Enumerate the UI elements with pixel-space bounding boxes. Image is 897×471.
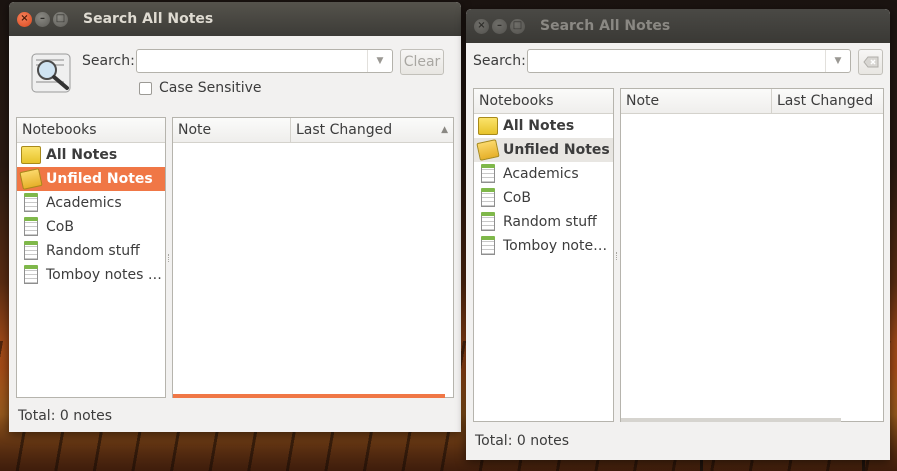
notes-pane: Note Last Changed ▲ [172, 117, 454, 398]
last-changed-column-header[interactable]: Last Changed [771, 89, 883, 113]
notebook-item[interactable]: All Notes [17, 143, 165, 167]
notebook-item-label: Unfiled Notes [503, 142, 610, 158]
maximize-button[interactable]: □ [53, 11, 68, 27]
last-changed-column-header[interactable]: Last Changed ▲ [290, 118, 453, 142]
notebooks-header[interactable]: Notebooks [474, 89, 613, 114]
note-column-header[interactable]: Note [173, 118, 290, 142]
notebook-item[interactable]: Academics [474, 162, 613, 186]
notebooks-column-header[interactable]: Notebooks [474, 89, 613, 113]
progress-bar [173, 394, 445, 398]
search-window-right: × – □ Search All Notes Search: ▼ Noteboo… [466, 9, 890, 460]
notebook-item[interactable]: Tomboy note… [474, 234, 613, 258]
close-button[interactable]: × [474, 18, 489, 34]
close-button[interactable]: × [17, 11, 32, 27]
notebook-item[interactable]: Unfiled Notes [474, 138, 613, 162]
notebook-icon [24, 241, 38, 260]
clear-button[interactable]: Clear [400, 49, 444, 75]
sort-ascending-icon: ▲ [441, 125, 448, 135]
open-folder-icon [19, 168, 43, 190]
notebooks-header[interactable]: Notebooks [17, 118, 165, 143]
notes-header: Note Last Changed ▲ [173, 118, 453, 143]
search-notes-icon [30, 51, 74, 95]
notebook-item-label: Tomboy note… [503, 238, 608, 254]
note-column-header[interactable]: Note [621, 89, 771, 113]
notebook-list: All Notes Unfiled Notes Academics CoB Random… [474, 114, 613, 258]
notebook-item[interactable]: All Notes [474, 114, 613, 138]
search-label: Search: [82, 53, 135, 69]
notebook-item[interactable]: Tomboy notes … [17, 263, 165, 287]
notebooks-column-header[interactable]: Notebooks [17, 118, 165, 142]
search-input[interactable] [532, 51, 821, 73]
note-column-label: Note [178, 122, 212, 138]
horizontal-scrollbar[interactable] [621, 418, 841, 422]
case-sensitive-checkbox[interactable] [139, 82, 152, 95]
notebook-item[interactable]: Unfiled Notes [17, 167, 165, 191]
folder-icon [21, 146, 41, 164]
notebook-icon [481, 188, 495, 207]
notebook-item-label: Tomboy notes … [46, 267, 162, 283]
search-input[interactable] [141, 51, 365, 73]
titlebar[interactable]: × – □ Search All Notes [466, 9, 890, 43]
dropdown-arrow-icon[interactable]: ▼ [367, 50, 392, 72]
notebook-item[interactable]: Academics [17, 191, 165, 215]
progress-fill [173, 394, 445, 398]
open-folder-icon [476, 139, 500, 161]
clear-icon [862, 56, 878, 68]
notebook-icon [24, 265, 38, 284]
status-text: Total: 0 notes [18, 408, 113, 424]
notebook-item[interactable]: Random stuff [474, 210, 613, 234]
case-sensitive-label[interactable]: Case Sensitive [159, 80, 262, 96]
search-window-left: × – □ Search All Notes Search: ▼ Clear C… [9, 2, 461, 432]
search-combobox[interactable]: ▼ [527, 49, 851, 73]
notes-pane: Note Last Changed [620, 88, 884, 422]
minimize-button[interactable]: – [492, 18, 507, 34]
notebook-icon [24, 217, 38, 236]
maximize-button[interactable]: □ [510, 18, 525, 34]
window-title: Search All Notes [540, 18, 671, 34]
status-text: Total: 0 notes [475, 433, 570, 449]
notebook-item-label: Academics [503, 166, 579, 182]
notebook-item[interactable]: CoB [474, 186, 613, 210]
notebook-item-label: Academics [46, 195, 122, 211]
folder-icon [478, 117, 498, 135]
minimize-button[interactable]: – [35, 11, 50, 27]
notebooks-pane: Notebooks All Notes Unfiled Notes Academic… [473, 88, 614, 422]
notebook-icon [481, 164, 495, 183]
notebook-icon [481, 212, 495, 231]
dropdown-arrow-icon[interactable]: ▼ [825, 50, 850, 72]
notes-header: Note Last Changed [621, 89, 883, 114]
last-changed-column-label: Last Changed [296, 122, 393, 138]
clear-button[interactable] [858, 49, 883, 75]
notebook-item-label: CoB [46, 219, 74, 235]
search-label: Search: [473, 53, 526, 69]
window-title: Search All Notes [83, 11, 214, 27]
notebook-item-label: All Notes [503, 118, 575, 134]
notebook-item-label: Random stuff [503, 214, 597, 230]
last-changed-column-label: Last Changed [777, 93, 874, 109]
note-column-label: Note [626, 93, 660, 109]
search-combobox[interactable]: ▼ [136, 49, 393, 73]
notebook-list: All Notes Unfiled Notes Academics CoB Random… [17, 143, 165, 287]
notebook-item[interactable]: CoB [17, 215, 165, 239]
notebook-item-label: All Notes [46, 147, 118, 163]
notebook-item-label: Unfiled Notes [46, 171, 153, 187]
titlebar[interactable]: × – □ Search All Notes [9, 2, 461, 36]
notebook-icon [24, 193, 38, 212]
notebooks-pane: Notebooks All Notes Unfiled Notes Academic… [16, 117, 166, 398]
notebook-item-label: CoB [503, 190, 531, 206]
notebook-item[interactable]: Random stuff [17, 239, 165, 263]
notebook-icon [481, 236, 495, 255]
notebook-item-label: Random stuff [46, 243, 140, 259]
